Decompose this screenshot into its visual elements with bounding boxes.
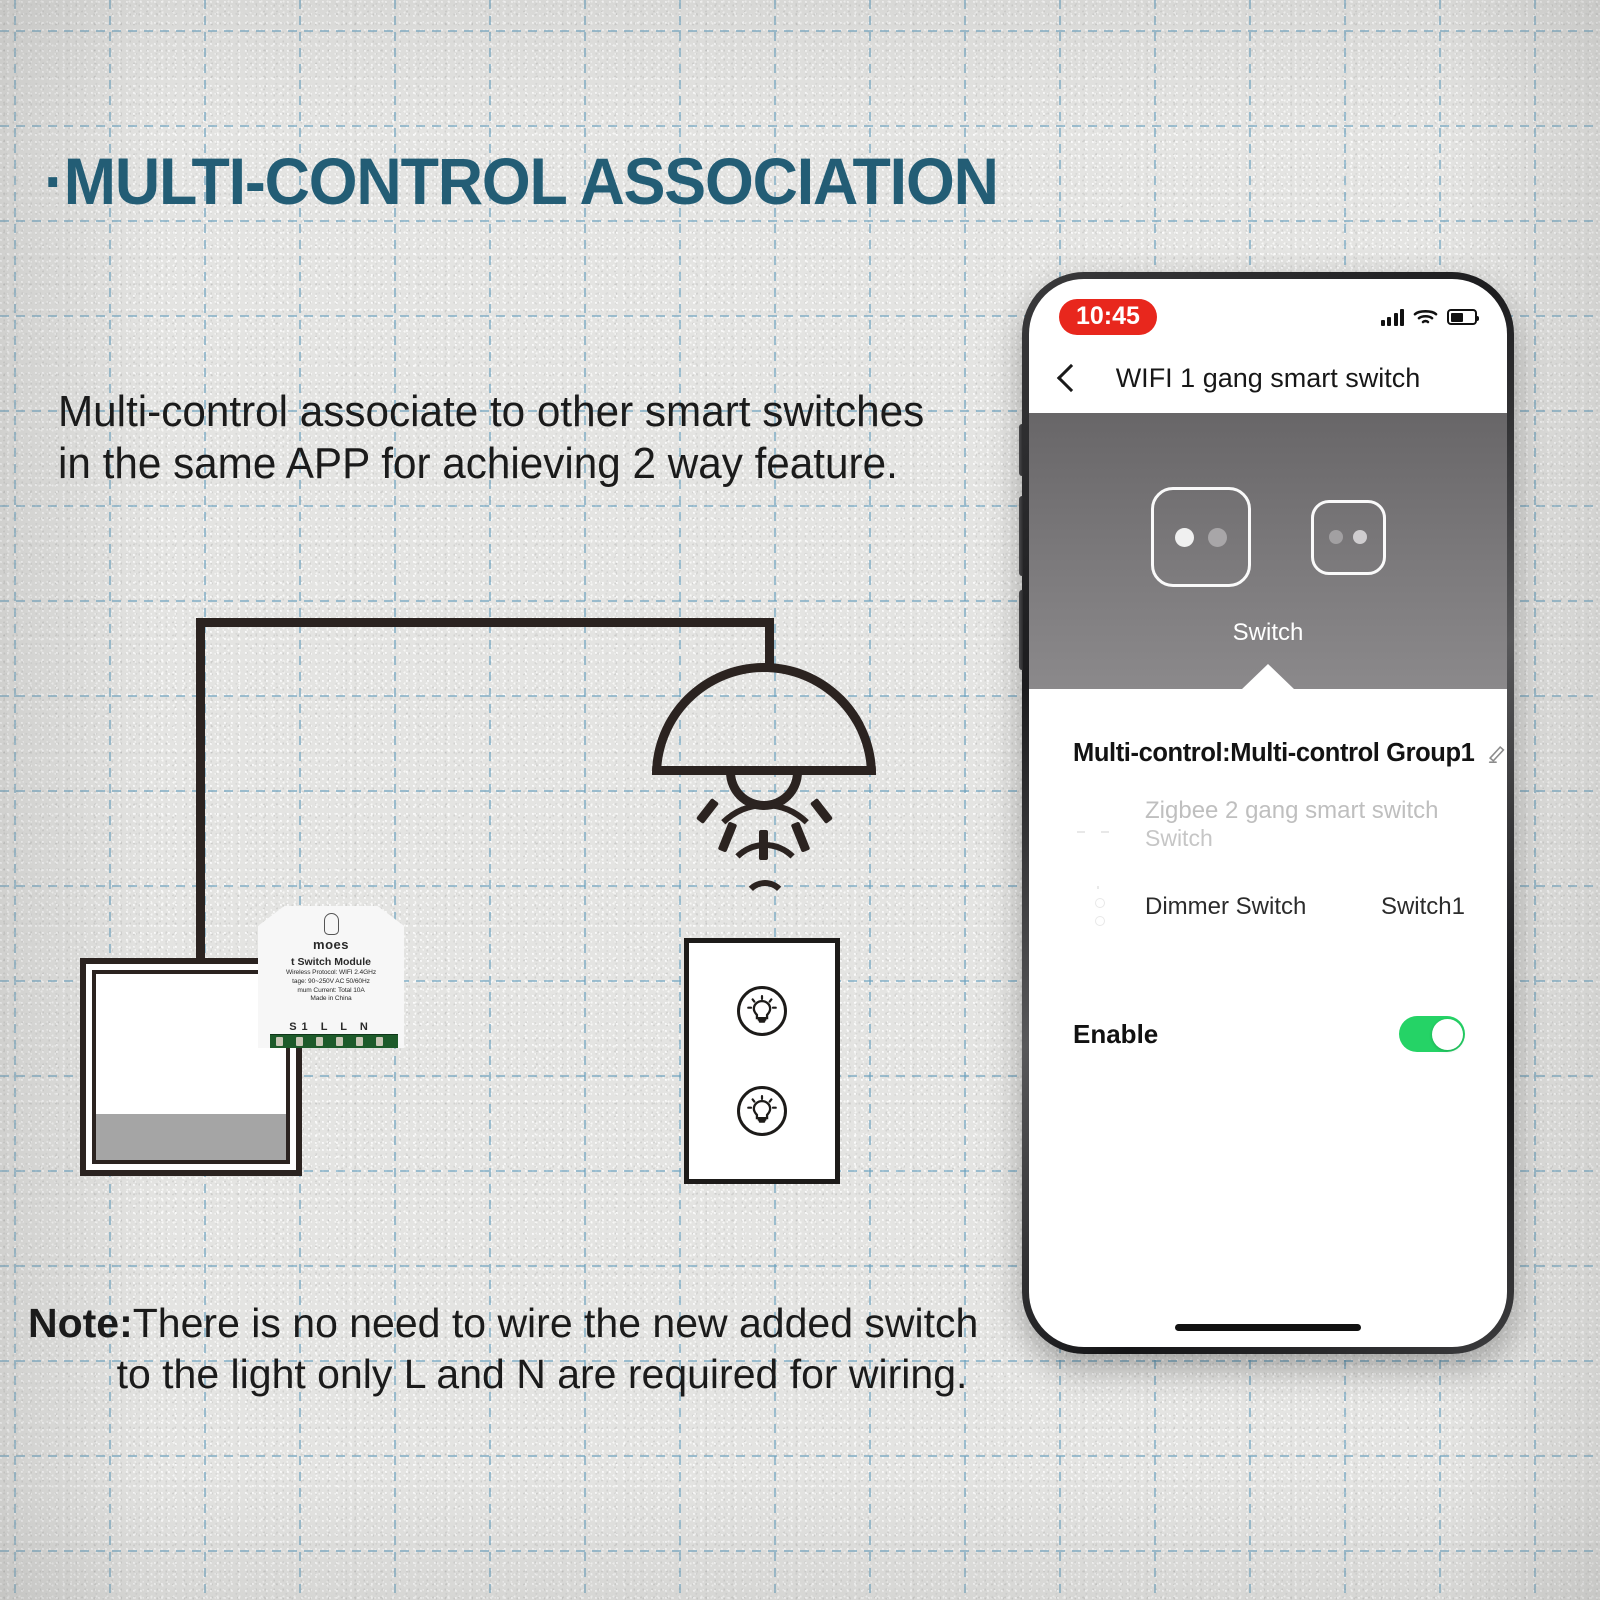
toggle-knob: [1431, 1018, 1463, 1050]
list-item[interactable]: Zigbee 2 gang smart switch Switch: [1029, 797, 1507, 852]
hero-caret-indicator: [1241, 664, 1295, 690]
intro-line-2: in the same APP for achieving 2 way feat…: [58, 438, 898, 488]
note-text-1: There is no need to wire the new added s…: [132, 1300, 979, 1346]
wifi-signal-icon: [700, 802, 830, 926]
device-tile-row: [1029, 487, 1507, 587]
device-entry-text: Zigbee 2 gang smart switch Switch: [1129, 797, 1438, 852]
multi-control-sheet: Multi-control:Multi-control Group1 Zigbe…: [1029, 689, 1507, 1052]
grid-line-horizontal: [0, 30, 1600, 32]
phone-mockup: 10:45 WIFI 1 gang smart switch Switch Mu…: [1019, 272, 1514, 1354]
app-nav-bar: WIFI 1 gang smart switch: [1029, 343, 1507, 413]
two-button-wall-switch: [684, 938, 840, 1184]
moes-terminal-block: [270, 1034, 398, 1048]
page-title-nav: WIFI 1 gang smart switch: [1115, 362, 1421, 393]
moes-spec-protocol: Wireless Protocol: WIFI 2.4GHz: [285, 968, 377, 976]
phone-silent-switch[interactable]: [1019, 424, 1023, 476]
poster-canvas: ·MULTI-CONTROL ASSOCIATION Multi-control…: [0, 0, 1600, 1600]
tile-dot-on: [1353, 530, 1367, 544]
phone-volume-up-button[interactable]: [1019, 496, 1023, 576]
bulb-glyph: [747, 995, 777, 1023]
back-chevron-icon[interactable]: [1056, 363, 1086, 393]
device-hero-panel: Switch: [1029, 413, 1507, 690]
tile-dot-off: [1207, 527, 1227, 547]
group-header: Multi-control:Multi-control Group1: [1029, 689, 1507, 773]
device-value: Switch1: [1380, 893, 1465, 920]
enable-label: Enable: [1073, 1018, 1159, 1049]
moes-origin-label: Made in China: [310, 995, 352, 1003]
device-name: Zigbee 2 gang smart switch: [1145, 797, 1439, 824]
tile-dot-on: [1174, 527, 1194, 547]
tile-dot-off: [1329, 530, 1343, 544]
blank-wall-switch-base: [96, 1114, 286, 1160]
device-hero-label: Switch: [1232, 619, 1304, 646]
note-line-1: Note:There is no need to wire the new ad…: [24, 1298, 1024, 1349]
multi-control-group-title: Multi-control:Multi-control Group1: [1073, 738, 1475, 767]
device-name: Dimmer Switch: [1145, 893, 1307, 920]
moes-spec-voltage: tage: 90~250V AC 50/60Hz: [292, 977, 370, 985]
home-indicator: [1175, 1324, 1361, 1331]
device-entry-text: Dimmer Switch: [1129, 893, 1306, 921]
device-thumbnail: [1073, 884, 1129, 930]
grid-line-horizontal: [0, 220, 1600, 222]
primary-switch-tile[interactable]: [1150, 487, 1251, 587]
pencil-edit-icon[interactable]: [1486, 742, 1507, 764]
device-thumbnail: [1073, 802, 1129, 848]
device-sub-label: Switch: [1145, 825, 1213, 851]
grid-line-horizontal: [0, 125, 1600, 127]
wire-top-horizontal: [196, 618, 774, 627]
wire-left-vertical: [196, 618, 205, 970]
moes-spec-current: mum Current: Total 10A: [297, 986, 365, 994]
status-icon-group: [1380, 308, 1479, 326]
enable-toggle[interactable]: [1399, 1016, 1465, 1052]
moes-model-label: t Switch Module: [291, 955, 371, 968]
enable-row: Enable: [1029, 1016, 1507, 1052]
note-block: Note:There is no need to wire the new ad…: [24, 1298, 1024, 1401]
status-time: 10:45: [1059, 299, 1157, 335]
bulb-button-icon-top: [737, 986, 787, 1036]
wifi-icon: [1413, 310, 1438, 324]
pencil-glyph: [1489, 745, 1505, 763]
bulb-glyph: [747, 1095, 777, 1123]
battery-icon: [1447, 309, 1479, 325]
secondary-switch-tile[interactable]: [1310, 499, 1386, 575]
moes-switch-module: moes t Switch Module Wireless Protocol: …: [258, 906, 404, 1048]
note-lead-label: Note:: [28, 1300, 133, 1346]
phone-screen: 10:45 WIFI 1 gang smart switch Switch Mu…: [1029, 279, 1507, 1347]
moes-terminal-labels: S1 L L N: [289, 1021, 373, 1034]
module-mount-hole-icon: [323, 913, 339, 935]
bulb-button-icon-bottom: [737, 1086, 787, 1136]
intro-line-1: Multi-control associate to other smart s…: [58, 387, 925, 436]
moes-brand-label: moes: [313, 937, 349, 952]
status-bar: 10:45: [1029, 279, 1507, 343]
note-line-2: to the light only L and N are required f…: [116, 1351, 968, 1398]
grid-line-horizontal: [0, 1550, 1600, 1552]
grid-line-horizontal: [0, 1455, 1600, 1457]
wire-lamp-drop: [765, 618, 774, 666]
list-item[interactable]: Dimmer Switch Switch1: [1029, 880, 1507, 934]
blank-wall-switch-face: [96, 974, 286, 1114]
intro-paragraph: Multi-control associate to other smart s…: [58, 386, 980, 490]
page-title: ·MULTI-CONTROL ASSOCIATION: [44, 144, 999, 218]
cellular-signal-icon: [1380, 308, 1404, 326]
associated-device-list: Zigbee 2 gang smart switch Switch Dimmer…: [1029, 773, 1507, 934]
phone-volume-down-button[interactable]: [1019, 590, 1023, 670]
